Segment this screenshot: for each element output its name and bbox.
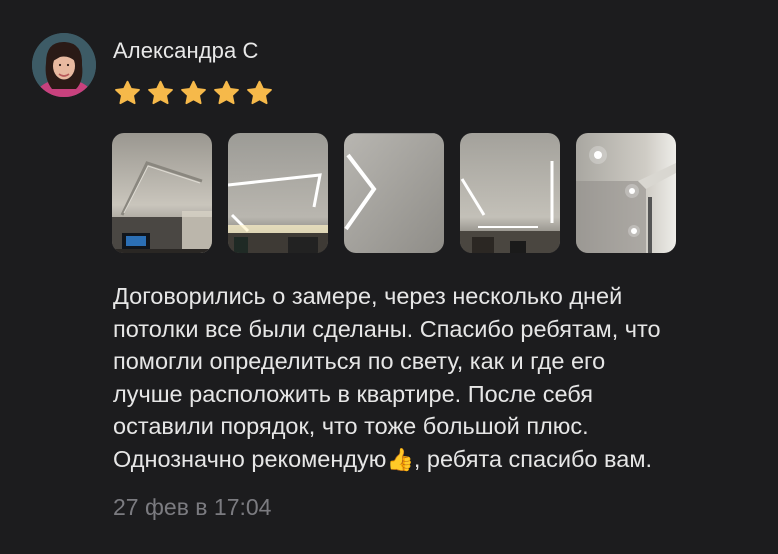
- review-text-line: лучше расположить в квартире. После себя: [113, 380, 593, 407]
- review-date: 27 фев в 17:04: [113, 494, 272, 520]
- star-icon: [148, 80, 173, 105]
- review-text: Договорились о замере, через несколько д…: [113, 280, 763, 476]
- review-text-line: потолки все были сделаны. Спасибо ребята…: [113, 315, 661, 342]
- review-photo-2[interactable]: [228, 133, 328, 253]
- star-icon: [181, 80, 206, 105]
- star-icon: [214, 80, 239, 105]
- review-photo-4[interactable]: [460, 133, 560, 253]
- review-photo-1[interactable]: [112, 133, 212, 253]
- star-icon: [115, 80, 140, 105]
- review-card: Александра С Договорились о замере, чере…: [0, 0, 778, 554]
- review-text-line: Договорились о замере, через несколько д…: [113, 283, 623, 309]
- review-photo-5[interactable]: [576, 133, 676, 253]
- review-text-line: оставили порядок, что тоже большой плюс.: [113, 413, 589, 439]
- review-text-line-last: Однозначно рекомендую👍, ребята спасибо в…: [113, 443, 763, 477]
- review-text-line: помогли определиться по свету, как и где…: [113, 348, 606, 374]
- review-photo-3[interactable]: [344, 133, 444, 253]
- rating-stars: [113, 79, 274, 108]
- review-text-fragment: Однозначно рекомендую: [113, 445, 387, 472]
- thumbs-up-icon: 👍: [386, 446, 414, 472]
- avatar[interactable]: [32, 33, 96, 97]
- review-text-fragment: , ребята спасибо вам.: [413, 445, 652, 472]
- star-icon: [247, 80, 272, 105]
- review-photos: [112, 133, 676, 253]
- author-name[interactable]: Александра С: [113, 38, 259, 64]
